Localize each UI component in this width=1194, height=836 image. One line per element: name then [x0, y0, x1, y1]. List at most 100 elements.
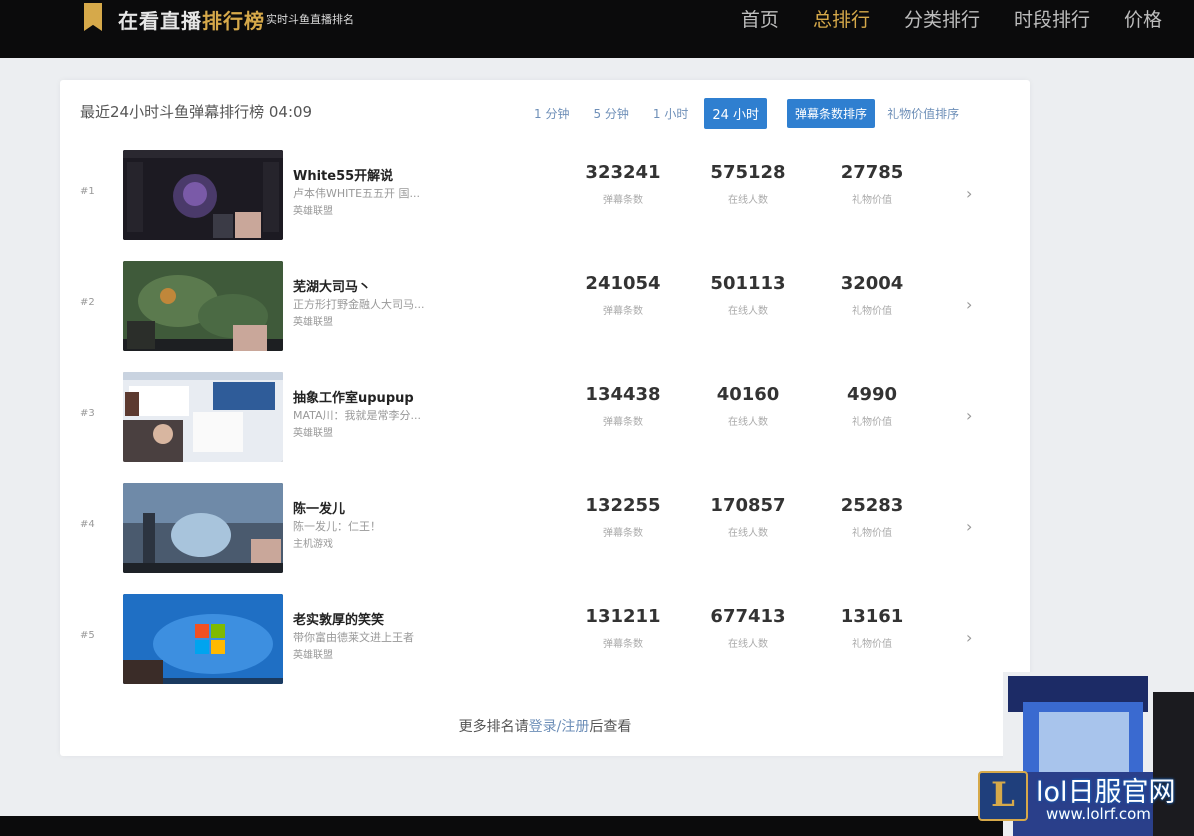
stream-thumbnail[interactable]: [123, 150, 283, 240]
nav-category-ranking[interactable]: 分类排行: [904, 5, 980, 32]
chevron-right-icon[interactable]: ›: [966, 406, 972, 425]
online-count: 575128 在线人数: [693, 162, 803, 206]
online-label: 在线人数: [728, 195, 768, 206]
watermark-url: www.lolrf.com: [1046, 805, 1151, 823]
ranking-row[interactable]: #3 抽象工作室upupup MATA川：我就是常李分... 英雄联盟 1344…: [60, 362, 1030, 472]
page-title: 最近24小时斗鱼弹幕排行榜 04:09: [80, 103, 313, 121]
register-link[interactable]: 注册: [561, 719, 589, 735]
streamer-name[interactable]: White55开解说: [293, 165, 393, 184]
lol-logo-icon: L: [978, 771, 1028, 821]
ranking-card: 最近24小时斗鱼弹幕排行榜 04:09 1 分钟 5 分钟 1 小时 24 小时…: [60, 80, 1030, 756]
brand-subtitle: 实时斗鱼直播排名: [266, 13, 354, 26]
rank-number: #4: [80, 519, 95, 530]
danmu-count: 132255 弹幕条数: [568, 495, 678, 539]
nav-price[interactable]: 价格: [1124, 5, 1162, 32]
stream-description: 正方形打野金融人大司马...: [293, 298, 425, 311]
stream-description: 陈一发儿：仁王！: [293, 520, 381, 533]
gift-amount: 27785: [840, 162, 904, 183]
filter-bar: 1 分钟 5 分钟 1 小时 24 小时 弹幕条数排序 礼物价值排序: [526, 98, 967, 129]
stream-category: 英雄联盟: [293, 317, 333, 328]
filter-1hour[interactable]: 1 小时: [645, 99, 696, 128]
online-count: 501113 在线人数: [693, 273, 803, 317]
nav-timeslot-ranking[interactable]: 时段排行: [1014, 5, 1090, 32]
stream-description: 带你富由德莱文进上王者: [293, 631, 414, 644]
danmu-label: 弹幕条数: [603, 195, 643, 206]
online-count: 40160 在线人数: [693, 384, 803, 428]
rank-number: #2: [80, 297, 95, 308]
watermark-title: lol日服官网: [1036, 777, 1176, 808]
site-brand[interactable]: 在看直播排行榜: [118, 5, 265, 34]
gift-amount: 25283: [840, 495, 904, 516]
online-label: 在线人数: [728, 528, 768, 539]
ranking-row[interactable]: #1 White55开解说 卢本伟WHITE五五开 国... 英雄联盟 3232…: [60, 140, 1030, 250]
sort-by-gift-value[interactable]: 礼物价值排序: [879, 99, 967, 128]
online-value: 677413: [710, 606, 786, 627]
gift-label: 礼物价值: [852, 195, 892, 206]
online-value: 501113: [710, 273, 786, 294]
ranking-row[interactable]: #2 芜湖大司马丶 正方形打野金融人大司马... 英雄联盟 241054 弹幕条数…: [60, 251, 1030, 361]
nav-home[interactable]: 首页: [741, 5, 779, 32]
rank-number: #5: [80, 630, 95, 641]
danmu-value: 131211: [585, 606, 661, 627]
ranking-row[interactable]: #4 陈一发儿 陈一发儿：仁王！ 主机游戏 132255 弹幕条数 170857 在…: [60, 473, 1030, 583]
danmu-label: 弹幕条数: [603, 306, 643, 317]
danmu-value: 132255: [585, 495, 661, 516]
stream-category: 主机游戏: [293, 539, 333, 550]
danmu-count: 241054 弹幕条数: [568, 273, 678, 317]
online-label: 在线人数: [728, 306, 768, 317]
danmu-label: 弹幕条数: [603, 417, 643, 428]
stream-category: 英雄联盟: [293, 650, 333, 661]
gift-value: 32004 礼物价值: [817, 273, 927, 317]
stream-thumbnail[interactable]: [123, 483, 283, 573]
chevron-right-icon[interactable]: ›: [966, 295, 972, 314]
stream-thumbnail[interactable]: [123, 594, 283, 684]
online-value: 40160: [716, 384, 780, 405]
gift-label: 礼物价值: [852, 528, 892, 539]
filter-24hour[interactable]: 24 小时: [704, 98, 768, 129]
chevron-right-icon[interactable]: ›: [966, 628, 972, 647]
gift-value: 25283 礼物价值: [817, 495, 927, 539]
streamer-name[interactable]: 抽象工作室upupup: [293, 387, 414, 406]
online-count: 170857 在线人数: [693, 495, 803, 539]
login-link[interactable]: 登录: [529, 719, 557, 735]
bookmark-logo-icon[interactable]: [84, 3, 102, 31]
filter-5min[interactable]: 5 分钟: [585, 99, 636, 128]
ranking-row[interactable]: #5 老实敦厚的笑笑 带你富由德莱文进上王者 英雄联盟 131211 弹幕条数 6…: [60, 584, 1030, 694]
streamer-name[interactable]: 芜湖大司马丶: [293, 276, 371, 295]
danmu-value: 134438: [585, 384, 661, 405]
rank-number: #1: [80, 186, 95, 197]
rank-number: #3: [80, 408, 95, 419]
gift-label: 礼物价值: [852, 417, 892, 428]
gift-amount: 4990: [846, 384, 898, 405]
more-suffix: 后查看: [589, 719, 632, 735]
online-value: 170857: [710, 495, 786, 516]
nav-overall-ranking[interactable]: 总排行: [813, 5, 870, 32]
gift-amount: 13161: [840, 606, 904, 627]
streamer-name[interactable]: 陈一发儿: [293, 498, 345, 517]
gift-value: 13161 礼物价值: [817, 606, 927, 650]
danmu-count: 131211 弹幕条数: [568, 606, 678, 650]
chevron-right-icon[interactable]: ›: [966, 184, 972, 203]
main-nav: 首页 总排行 分类排行 时段排行 价格: [741, 5, 1162, 32]
stream-thumbnail[interactable]: [123, 372, 283, 462]
chevron-right-icon[interactable]: ›: [966, 517, 972, 536]
sort-by-danmu[interactable]: 弹幕条数排序: [787, 99, 876, 128]
online-label: 在线人数: [728, 639, 768, 650]
danmu-value: 323241: [585, 162, 661, 183]
online-value: 575128: [710, 162, 786, 183]
brand-highlight: 排行榜: [202, 9, 265, 33]
stream-category: 英雄联盟: [293, 428, 333, 439]
streamer-name[interactable]: 老实敦厚的笑笑: [293, 609, 384, 628]
danmu-count: 134438 弹幕条数: [568, 384, 678, 428]
gift-value: 27785 礼物价值: [817, 162, 927, 206]
top-nav-bar: 在看直播排行榜 实时斗鱼直播排名 首页 总排行 分类排行 时段排行 价格: [0, 0, 1194, 58]
gift-label: 礼物价值: [852, 639, 892, 650]
gift-amount: 32004: [840, 273, 904, 294]
more-ranking-prompt: 更多排名请登录/注册后查看: [60, 716, 1030, 736]
stream-description: MATA川：我就是常李分...: [293, 409, 422, 422]
more-prefix: 更多排名请: [458, 719, 529, 735]
filter-1min[interactable]: 1 分钟: [526, 99, 577, 128]
stream-thumbnail[interactable]: [123, 261, 283, 351]
danmu-label: 弹幕条数: [603, 639, 643, 650]
gift-label: 礼物价值: [852, 306, 892, 317]
